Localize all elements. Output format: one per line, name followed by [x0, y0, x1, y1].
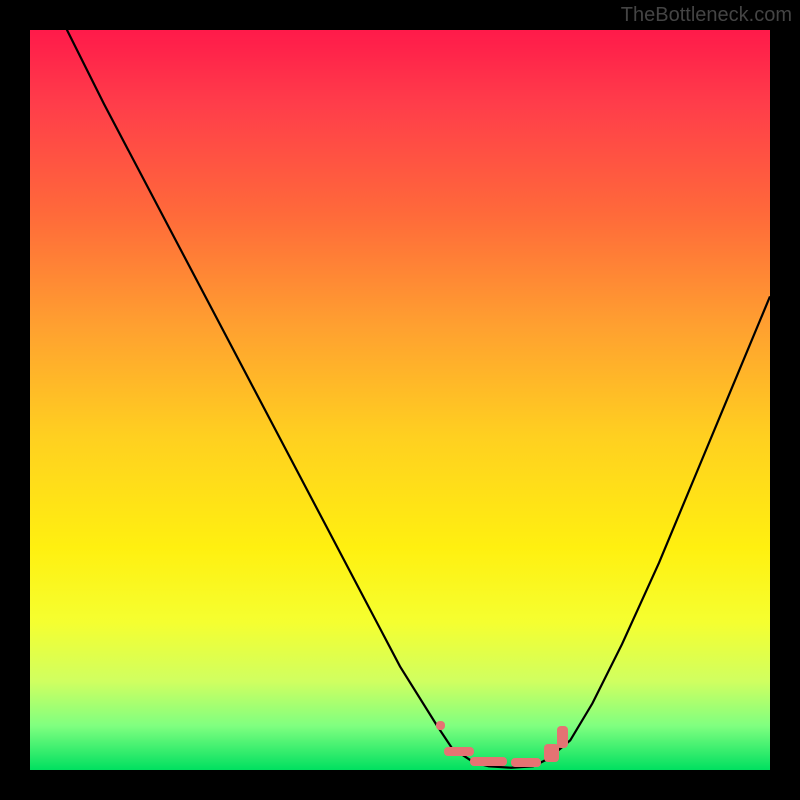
- data-marker: [544, 744, 559, 763]
- watermark-text: TheBottleneck.com: [621, 4, 792, 27]
- data-marker: [511, 758, 541, 767]
- data-marker: [470, 757, 507, 766]
- chart-plot-area: [30, 30, 770, 770]
- data-markers-layer: [30, 30, 770, 770]
- data-marker: [444, 747, 474, 756]
- data-marker: [557, 726, 568, 748]
- data-marker: [436, 721, 445, 730]
